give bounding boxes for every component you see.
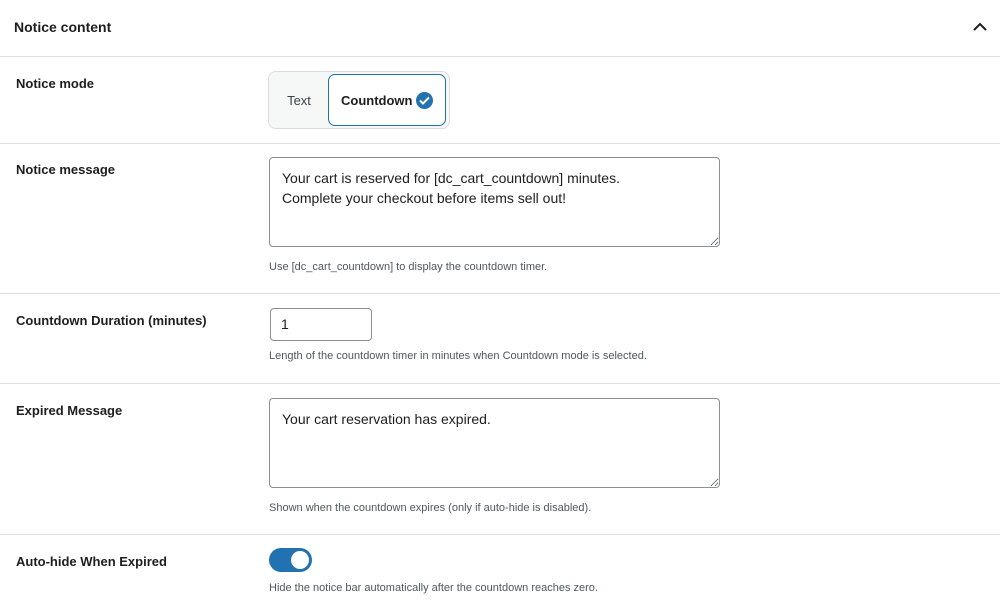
panel-header: Notice content bbox=[0, 0, 1000, 57]
countdown-duration-input[interactable]: 1 bbox=[270, 308, 372, 341]
toggle-knob bbox=[291, 551, 309, 569]
expired-message-label: Expired Message bbox=[16, 403, 123, 418]
auto-hide-help: Hide the notice bar automatically after … bbox=[269, 582, 598, 594]
collapse-button[interactable] bbox=[968, 15, 992, 39]
notice-message-textarea[interactable]: Your cart is reserved for [dc_cart_count… bbox=[269, 157, 720, 247]
countdown-duration-label: Countdown Duration (minutes) bbox=[16, 313, 207, 328]
notice-message-label: Notice message bbox=[16, 162, 115, 177]
notice-mode-segmented-control: Text Countdown bbox=[268, 71, 450, 129]
checkmark-icon bbox=[416, 92, 433, 109]
expired-message-help: Shown when the countdown expires (only i… bbox=[269, 502, 592, 514]
notice-message-help: Use [dc_cart_countdown] to display the c… bbox=[269, 261, 548, 273]
notice-mode-row: Notice mode bbox=[0, 58, 1000, 144]
notice-mode-label: Notice mode bbox=[16, 76, 95, 91]
expired-message-textarea[interactable]: Your cart reservation has expired. bbox=[269, 398, 720, 488]
auto-hide-row: Auto-hide When Expired bbox=[0, 535, 1000, 614]
auto-hide-toggle[interactable] bbox=[269, 548, 312, 572]
notice-mode-option-text[interactable]: Text bbox=[270, 73, 328, 127]
auto-hide-label: Auto-hide When Expired bbox=[16, 554, 167, 569]
notice-mode-option-countdown-label: Countdown bbox=[341, 92, 413, 108]
countdown-duration-help: Length of the countdown timer in minutes… bbox=[269, 350, 647, 362]
chevron-up-icon bbox=[968, 15, 992, 39]
countdown-duration-row: Countdown Duration (minutes) bbox=[0, 294, 1000, 384]
panel-title: Notice content bbox=[14, 19, 112, 35]
notice-mode-option-countdown[interactable]: Countdown bbox=[328, 74, 446, 126]
